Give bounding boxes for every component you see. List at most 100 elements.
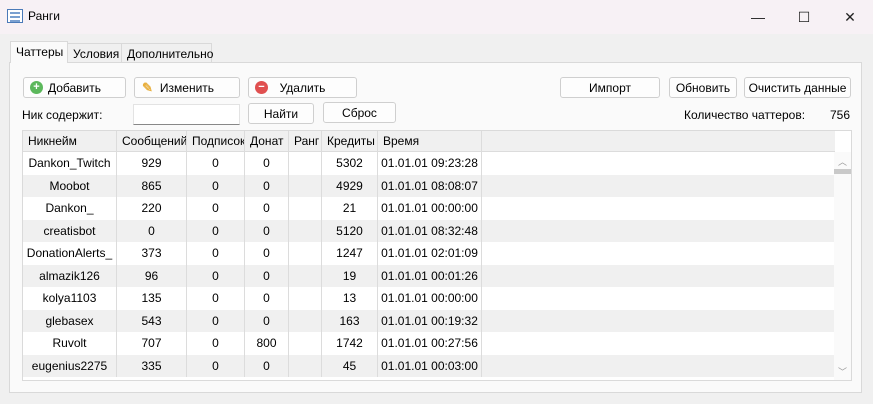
table-cell [289,354,322,377]
table-cell: eugenius2275 [23,354,117,377]
import-button[interactable]: Импорт [560,77,660,98]
column-header[interactable]: Донат [245,131,289,152]
column-header[interactable]: Подписок [187,131,245,152]
table-cell: 01.01.01 00:03:00 [378,354,482,377]
table-row[interactable]: Dankon_ 220 0 0 21 01.01.01 00:00:00 [23,197,835,220]
chatters-table[interactable]: Никнейм Сообщений Подписок Донат Ранг Кредиты… [22,130,852,381]
table-cell [289,219,322,242]
table-cell: 01.01.01 00:00:00 [378,197,482,220]
table-cell: 0 [187,354,245,377]
table-cell: 01.01.01 00:19:32 [378,309,482,332]
edit-label: Изменить [159,80,215,95]
table-cell: DonationAlerts_ [23,242,117,265]
table-cell: 0 [187,174,245,197]
table-cell: Dankon_Twitch [23,152,117,175]
table-cell: kolya1103 [23,287,117,310]
close-button[interactable]: ✕ [827,0,873,34]
edit-button[interactable]: ✎ Изменить [134,77,240,98]
table-cell: 01.01.01 09:23:28 [378,152,482,175]
table-cell: 220 [117,197,187,220]
window-title: Ранги [28,9,60,23]
table-cell: 01.01.01 02:01:09 [378,242,482,265]
clear-data-button[interactable]: Очистить данные [744,77,851,98]
table-cell: 135 [117,287,187,310]
table-cell: 1247 [322,242,378,265]
table-cell [289,152,322,175]
tab-additional[interactable]: Дополнительно [121,43,213,63]
table-cell: 543 [117,309,187,332]
table-cell: 0 [117,219,187,242]
table-row[interactable]: glebasex 543 0 0 163 01.01.01 00:19:32 [23,309,835,332]
app-icon [7,9,23,23]
table-cell: 5302 [322,152,378,175]
table-row[interactable]: DonationAlerts_ 373 0 0 1247 01.01.01 02:01:0… [23,242,835,265]
column-header[interactable]: Кредиты [322,131,378,152]
table-cell: 373 [117,242,187,265]
scroll-up-icon[interactable]: ︿ [834,155,851,168]
table-cell [289,197,322,220]
table-row[interactable]: Moobot 865 0 0 4929 01.01.01 08:08:07 [23,174,835,197]
table-cell: 96 [117,264,187,287]
table-row[interactable]: creatisbot 0 0 0 5120 01.01.01 08:32:48 [23,219,835,242]
table-cell: 707 [117,332,187,355]
table-cell: 0 [245,309,289,332]
table-cell: 01.01.01 00:01:26 [378,264,482,287]
delete-label: Удалить [279,80,326,95]
table-cell: almazik126 [23,264,117,287]
table-row[interactable]: kolya1103 135 0 0 13 01.01.01 00:00:00 [23,287,835,310]
table-cell: 0 [245,264,289,287]
search-label: Ник содержит: [22,108,103,122]
minimize-button[interactable]: — [735,0,781,34]
table-cell: 865 [117,174,187,197]
minus-circle-icon: − [255,81,268,94]
table-cell: 0 [245,174,289,197]
table-cell: Dankon_ [23,197,117,220]
column-header[interactable]: Время [378,131,482,152]
refresh-button[interactable]: Обновить [669,77,737,98]
column-header[interactable]: Никнейм [23,131,117,152]
table-cell: 01.01.01 00:00:00 [378,287,482,310]
table-row[interactable]: almazik126 96 0 0 19 01.01.01 00:01:26 [23,264,835,287]
table-row[interactable]: Dankon_Twitch 929 0 0 5302 01.01.01 09:23:28 [23,152,835,175]
table-cell: 1742 [322,332,378,355]
nick-search-input[interactable] [133,104,240,125]
table-cell: 0 [187,332,245,355]
add-label: Добавить [47,80,102,95]
tab-conditions[interactable]: Условия [67,43,122,63]
table-cell [289,332,322,355]
reset-button[interactable]: Сброс [323,102,396,123]
table-cell: 0 [187,287,245,310]
table-cell: 0 [187,309,245,332]
find-button[interactable]: Найти [248,103,314,124]
table-cell: Ruvolt [23,332,117,355]
table-cell: 01.01.01 00:27:56 [378,332,482,355]
table-cell: 929 [117,152,187,175]
vertical-scrollbar[interactable]: ︿ ﹀ [834,152,851,380]
table-cell [289,287,322,310]
table-cell: 0 [187,219,245,242]
table-cell: 335 [117,354,187,377]
table-cell: 163 [322,309,378,332]
table-cell: 0 [187,242,245,265]
table-cell: 0 [245,242,289,265]
delete-button[interactable]: − Удалить [248,77,357,98]
table-cell: 01.01.01 08:08:07 [378,174,482,197]
table-cell: 0 [187,152,245,175]
table-row[interactable]: eugenius2275 335 0 0 45 01.01.01 00:03:00 [23,354,835,377]
add-button[interactable]: + Добавить [23,77,126,98]
tab-chatters[interactable]: Чаттеры [10,41,68,63]
scroll-thumb[interactable] [834,169,851,174]
title-bar: Ранги — ☐ ✕ [0,0,873,34]
chatter-count-label: Количество чаттеров: [684,108,806,122]
plus-circle-icon: + [30,81,43,94]
column-header[interactable]: Ранг [289,131,322,152]
pencil-icon: ✎ [142,80,153,95]
maximize-button[interactable]: ☐ [781,0,827,34]
scroll-down-icon[interactable]: ﹀ [834,365,851,378]
column-header[interactable]: Сообщений [117,131,187,152]
table-cell [289,264,322,287]
table-cell [289,309,322,332]
table-cell: 0 [245,219,289,242]
table-cell: 4929 [322,174,378,197]
table-row[interactable]: Ruvolt 707 0 800 1742 01.01.01 00:27:56 [23,332,835,355]
